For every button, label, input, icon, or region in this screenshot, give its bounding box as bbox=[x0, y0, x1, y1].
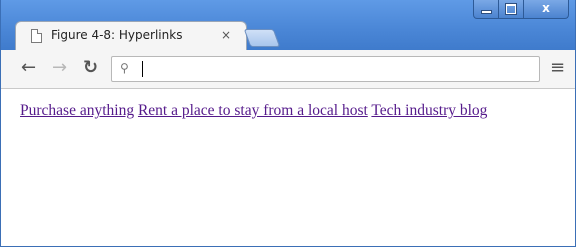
maximize-button[interactable] bbox=[499, 0, 524, 19]
window-controls: x bbox=[473, 0, 569, 20]
text-cursor bbox=[142, 61, 143, 77]
browser-window: Figure 4-8: Hyperlinks × x ← → ↻ ⚲ ≡ Pur… bbox=[0, 0, 576, 247]
link-tech-blog[interactable]: Tech industry blog bbox=[371, 102, 487, 119]
page-icon bbox=[31, 29, 42, 43]
close-window-button[interactable]: x bbox=[524, 0, 569, 19]
address-bar[interactable]: ⚲ bbox=[111, 56, 540, 82]
link-list: Purchase anything Rent a place to stay f… bbox=[20, 102, 487, 120]
page-content: Purchase anything Rent a place to stay f… bbox=[1, 89, 575, 246]
search-icon: ⚲ bbox=[120, 61, 129, 75]
link-purchase-anything[interactable]: Purchase anything bbox=[20, 102, 134, 119]
new-tab-button[interactable] bbox=[243, 29, 281, 47]
address-input[interactable] bbox=[140, 59, 530, 79]
tab-close-icon[interactable]: × bbox=[221, 28, 231, 42]
menu-button[interactable]: ≡ bbox=[550, 59, 565, 77]
title-bar: Figure 4-8: Hyperlinks × x bbox=[1, 0, 575, 51]
link-rent-a-place[interactable]: Rent a place to stay from a local host bbox=[138, 102, 368, 119]
back-button[interactable]: ← bbox=[21, 59, 36, 77]
forward-button[interactable]: → bbox=[52, 59, 67, 77]
reload-button[interactable]: ↻ bbox=[83, 59, 98, 77]
close-icon: x bbox=[542, 1, 550, 15]
minimize-button[interactable] bbox=[473, 0, 499, 19]
browser-toolbar: ← → ↻ ⚲ ≡ bbox=[1, 50, 575, 89]
browser-tab[interactable]: Figure 4-8: Hyperlinks × bbox=[15, 21, 247, 51]
tab-title: Figure 4-8: Hyperlinks bbox=[51, 28, 183, 42]
